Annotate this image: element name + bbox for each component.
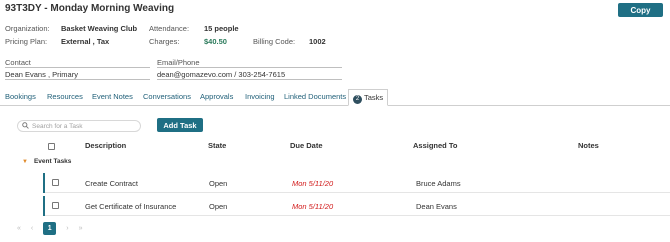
next-page-icon[interactable]: › [66, 225, 68, 232]
tab-linked-documents[interactable]: Linked Documents [284, 89, 346, 106]
billing-code-value: 1002 [309, 37, 326, 46]
event-tasks-group[interactable]: ▼ Event Tasks [22, 158, 71, 165]
row-description[interactable]: Get Certificate of Insurance [85, 202, 176, 211]
tab-tasks-label: Tasks [364, 93, 384, 102]
email-underline [157, 79, 342, 80]
column-header-description: Description [85, 141, 127, 150]
tab-invoicing[interactable]: Invoicing [245, 89, 275, 106]
column-header-assigned-to: Assigned To [413, 141, 458, 150]
organization-value: Basket Weaving Club [61, 24, 138, 33]
charges-label: Charges: [149, 37, 180, 46]
billing-code-label: Billing Code: [253, 37, 296, 46]
row-assigned-to: Bruce Adams [416, 179, 461, 188]
row-accent-bar [43, 196, 45, 216]
tab-approvals[interactable]: Approvals [200, 89, 233, 106]
page-1-button[interactable]: 1 [43, 222, 57, 235]
row-checkbox[interactable] [52, 202, 59, 209]
task-search-box[interactable] [17, 120, 141, 132]
tasks-count-badge: 2 [353, 95, 362, 104]
contact-value: Dean Evans , Primary [5, 70, 78, 79]
table-row[interactable]: Create Contract Open Mon 5/11/20 Bruce A… [43, 173, 670, 193]
add-task-button[interactable]: Add Task [157, 118, 203, 132]
organization-label: Organization: [5, 24, 50, 33]
column-header-notes: Notes [578, 141, 599, 150]
select-all-checkbox[interactable] [48, 143, 55, 150]
attendance-label: Attendance: [149, 24, 190, 33]
tab-bookings[interactable]: Bookings [5, 89, 36, 106]
tab-tasks[interactable]: 2 Tasks [348, 89, 389, 106]
email-phone-label: Email/Phone [157, 58, 200, 67]
page-title: 93T3DY - Monday Morning Weaving [5, 3, 175, 14]
first-page-icon[interactable]: « [17, 225, 21, 232]
copy-button[interactable]: Copy [618, 3, 663, 17]
row-description[interactable]: Create Contract [85, 179, 138, 188]
row-due-date: Mon 5/11/20 [292, 202, 334, 211]
last-page-icon[interactable]: » [79, 225, 83, 232]
column-header-state: State [208, 141, 227, 150]
pagination: « ‹ 1 › » [17, 222, 93, 235]
email-divider [157, 67, 342, 68]
group-label: Event Tasks [33, 158, 72, 165]
attendance-value: 15 people [204, 24, 239, 33]
task-search-input[interactable] [32, 122, 132, 130]
tab-bar: Bookings Resources Event Notes Conversat… [0, 89, 670, 106]
tab-resources[interactable]: Resources [47, 89, 83, 106]
prev-page-icon[interactable]: ‹ [31, 225, 33, 232]
search-icon [22, 121, 29, 131]
column-header-due-date: Due Date [290, 141, 323, 150]
contact-underline [5, 79, 150, 80]
tab-event-notes[interactable]: Event Notes [92, 89, 133, 106]
row-assigned-to: Dean Evans [416, 202, 457, 211]
table-row[interactable]: Get Certificate of Insurance Open Mon 5/… [43, 196, 670, 216]
row-checkbox[interactable] [52, 179, 59, 186]
email-phone-value: dean@gomazevo.com / 303-254-7615 [157, 70, 286, 79]
contact-divider [5, 67, 150, 68]
row-due-date: Mon 5/11/20 [292, 179, 334, 188]
row-state: Open [209, 202, 228, 211]
expand-arrow-icon[interactable]: ▼ [22, 159, 28, 165]
row-state: Open [209, 179, 228, 188]
contact-label: Contact [5, 58, 31, 67]
pricing-plan-value: External , Tax [61, 37, 110, 46]
pricing-plan-label: Pricing Plan: [5, 37, 48, 46]
charges-value: $40.50 [204, 37, 227, 46]
tab-conversations[interactable]: Conversations [143, 89, 191, 106]
row-accent-bar [43, 173, 45, 193]
